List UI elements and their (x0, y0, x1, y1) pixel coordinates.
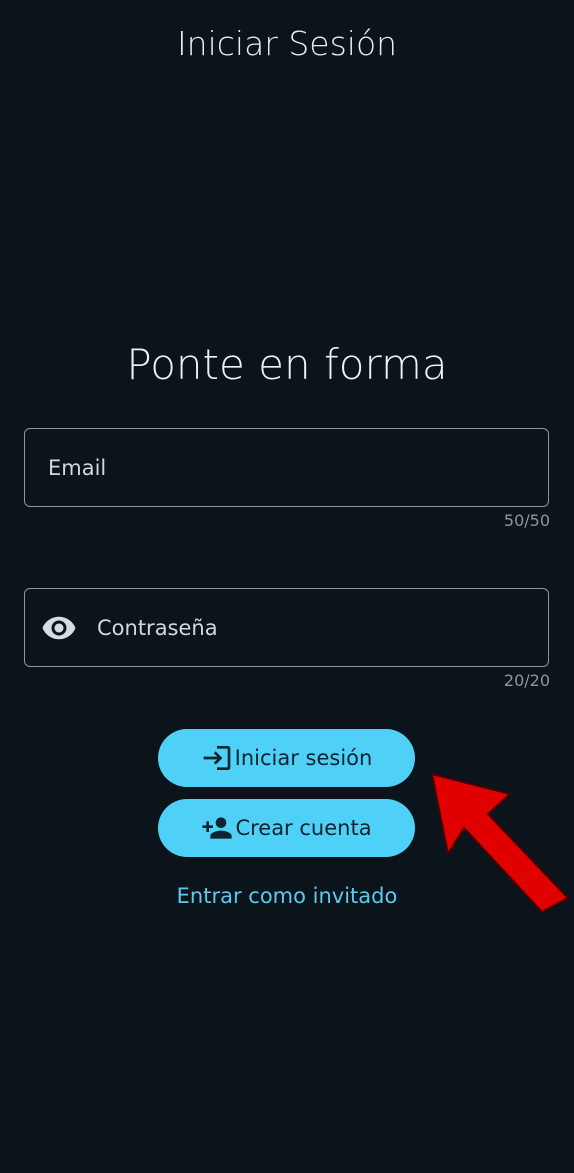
annotation-arrow (431, 773, 569, 913)
email-input[interactable] (48, 429, 548, 506)
password-counter: 20/20 (503, 671, 550, 690)
eye-icon[interactable] (41, 610, 77, 646)
email-field[interactable] (24, 428, 549, 507)
app-heading: Ponte en forma (126, 340, 448, 389)
create-account-button-label: Crear cuenta (235, 816, 372, 840)
password-field[interactable] (24, 588, 549, 667)
email-counter: 50/50 (503, 511, 550, 530)
login-icon (203, 746, 230, 770)
page-title: Iniciar Sesión (176, 24, 398, 63)
login-button[interactable]: Iniciar sesión (158, 729, 415, 787)
person-add-icon (202, 817, 233, 839)
password-input[interactable] (97, 589, 548, 666)
login-button-label: Iniciar sesión (234, 746, 373, 770)
create-account-button[interactable]: Crear cuenta (158, 799, 415, 857)
